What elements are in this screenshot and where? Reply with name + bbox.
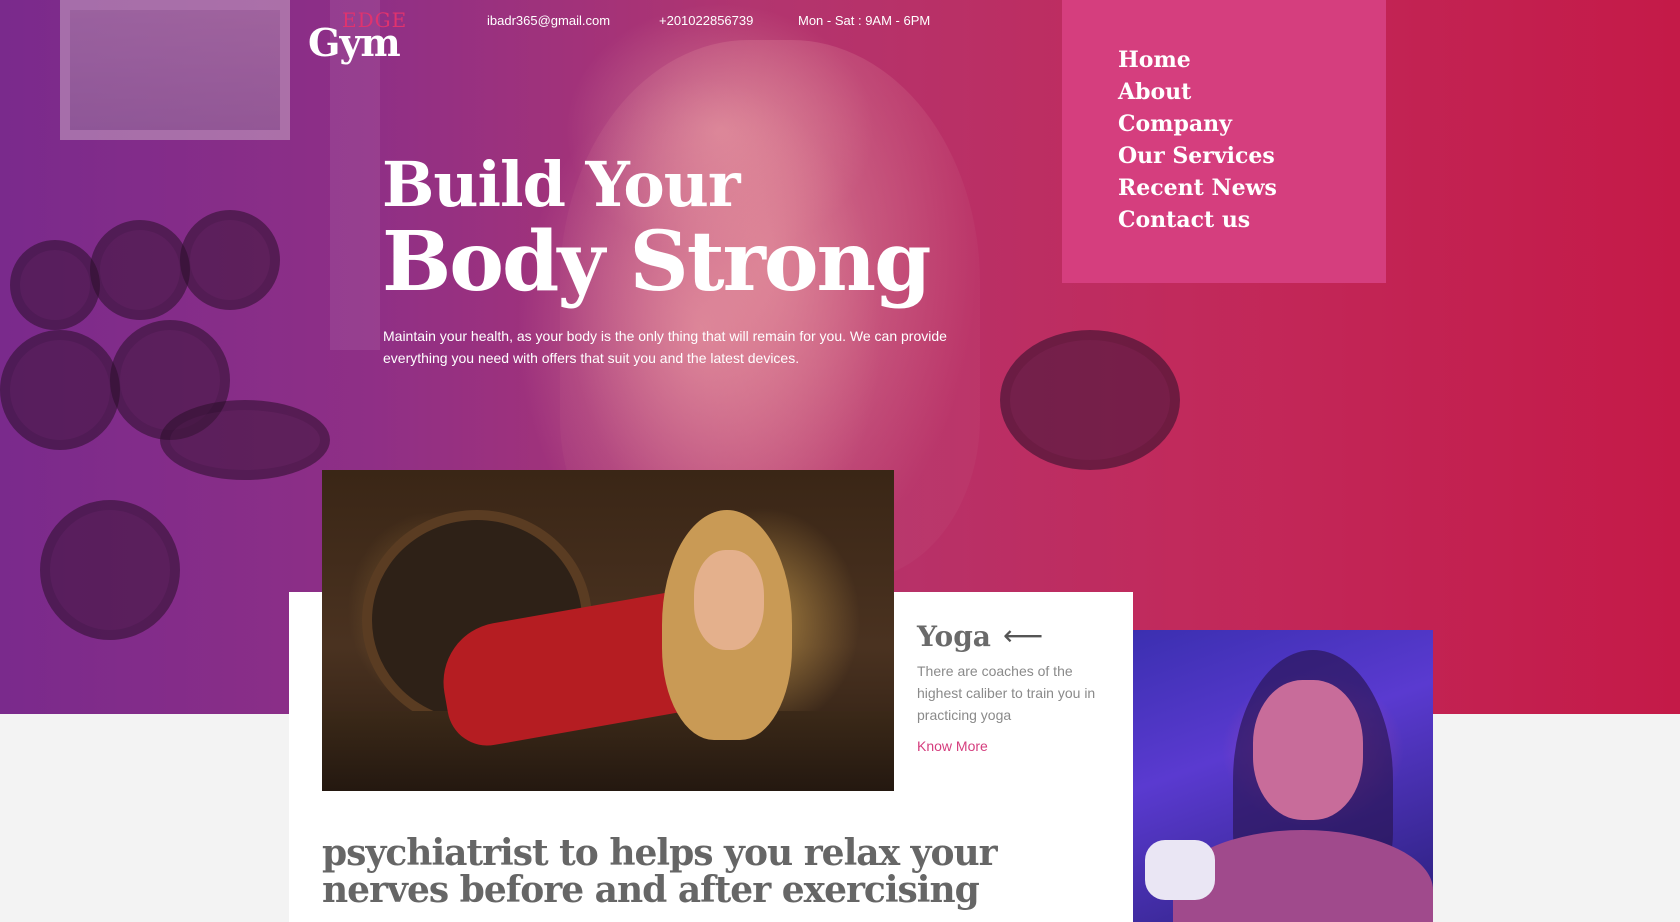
section-headline: psychiatrist to helps you relax your ner… — [322, 832, 998, 911]
service-title: Yoga — [917, 620, 991, 653]
hero-description: Maintain your health, as your body is th… — [383, 328, 947, 366]
nav-item-recent-news[interactable]: Recent News — [1118, 172, 1386, 204]
hero-title-line1: Build Your — [382, 148, 740, 221]
dumbbell-plate — [10, 240, 100, 330]
dumbbell-plate — [180, 210, 280, 310]
boxing-image — [1133, 630, 1433, 922]
know-more-link[interactable]: Know More — [917, 738, 988, 754]
hero-window-decor — [60, 0, 290, 140]
dumbbell-plate — [40, 500, 180, 640]
dumbbell-plate — [0, 330, 120, 450]
nav-item-home[interactable]: Home — [1118, 44, 1386, 76]
opening-hours: Mon - Sat : 9AM - 6PM — [798, 13, 931, 28]
contact-phone[interactable]: +201022856739 — [659, 13, 753, 28]
dumbbell-plate — [90, 220, 190, 320]
hero-title-line2: Body Strong — [382, 214, 931, 310]
contact-email[interactable]: ibadr365@gmail.com — [487, 13, 610, 28]
nav-item-our-services[interactable]: Our Services — [1118, 140, 1386, 172]
nav-item-about[interactable]: About — [1118, 76, 1386, 108]
nav-item-contact-us[interactable]: Contact us — [1118, 204, 1386, 236]
dumbbell-plate — [160, 400, 330, 480]
main-nav-panel: Home About Company Our Services Recent N… — [1062, 0, 1386, 283]
service-description: There are coaches of the highest caliber… — [917, 663, 1096, 723]
arrow-left-icon[interactable]: ⟵ — [1003, 619, 1043, 652]
dumbbell-plate — [1000, 330, 1180, 470]
nav-item-company[interactable]: Company — [1118, 108, 1386, 140]
brand-logo-gym: Gym — [308, 20, 401, 65]
yoga-image — [322, 470, 894, 791]
boxing-image-dumbbell — [1145, 840, 1215, 900]
boxing-image-face — [1253, 680, 1363, 820]
yoga-image-face — [694, 550, 764, 650]
brand-logo[interactable]: EDGE Gym — [308, 8, 408, 65]
